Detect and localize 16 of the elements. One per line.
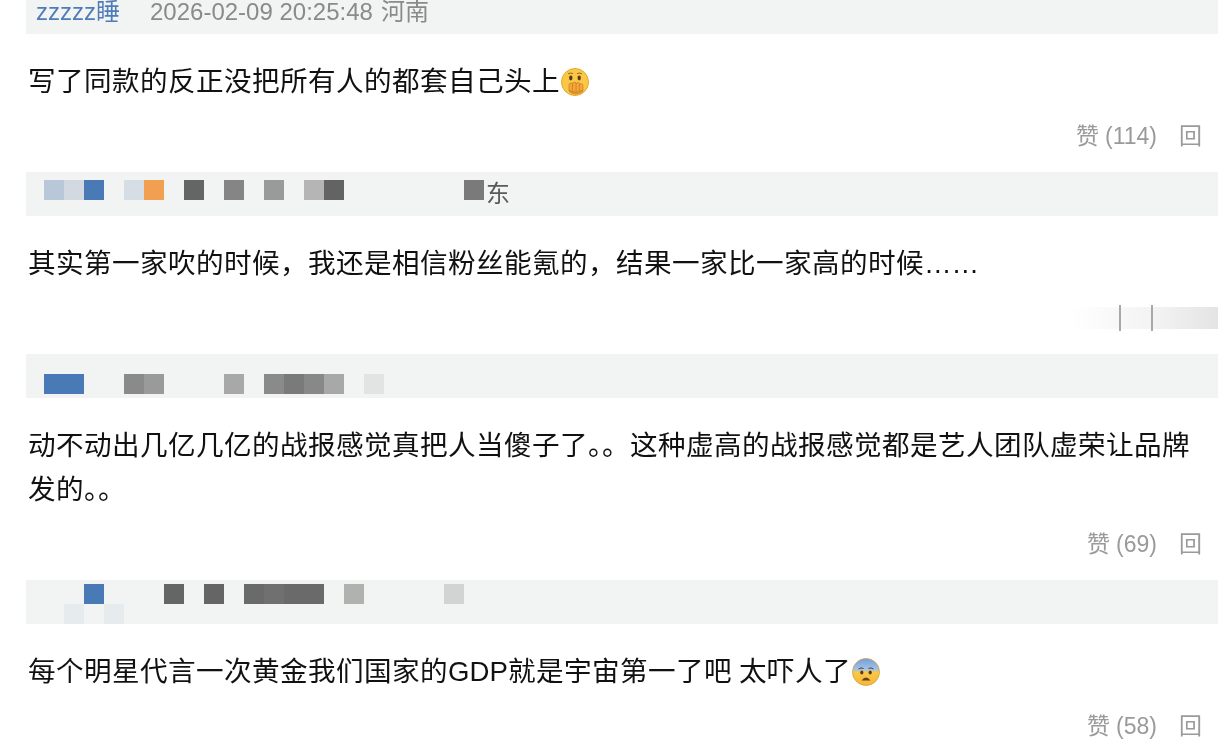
timestamp: 2026-02-09 20:25:48 — [150, 0, 373, 24]
username[interactable]: zzzzz睡 — [36, 0, 120, 24]
like-button[interactable]: 赞 (58) — [1086, 712, 1157, 740]
comment-text: 动不动出几亿几亿的战报感觉真把人当傻子了。。这种虚高的战报感觉都是艺人团队虚荣让品牌 发的。。 — [28, 429, 1191, 507]
like-button[interactable]: 赞 (69) — [1086, 530, 1157, 558]
comment-text: 写了同款的反正没把所有人的都套自己头上 — [28, 60, 1218, 104]
reply-button[interactable]: 回 — [1179, 122, 1202, 150]
comment-text: 每个明星代言一次黄金我们国家的GDP就是宇宙第一了吧 太吓人了 — [28, 650, 1218, 694]
face-with-hand-icon — [561, 68, 589, 96]
comment-text: 其实第一家吹的时候，我还是相信粉丝能氪的，结果一家比一家高的时候…… — [28, 247, 981, 281]
fearful-face-icon — [852, 658, 881, 686]
location-text: 东 — [486, 182, 510, 206]
like-button[interactable]: 赞 (114) — [1075, 122, 1157, 150]
reply-button[interactable]: 回 — [1179, 712, 1202, 740]
location-text: 河南 — [380, 0, 429, 24]
reply-button[interactable]: 回 — [1179, 530, 1202, 558]
